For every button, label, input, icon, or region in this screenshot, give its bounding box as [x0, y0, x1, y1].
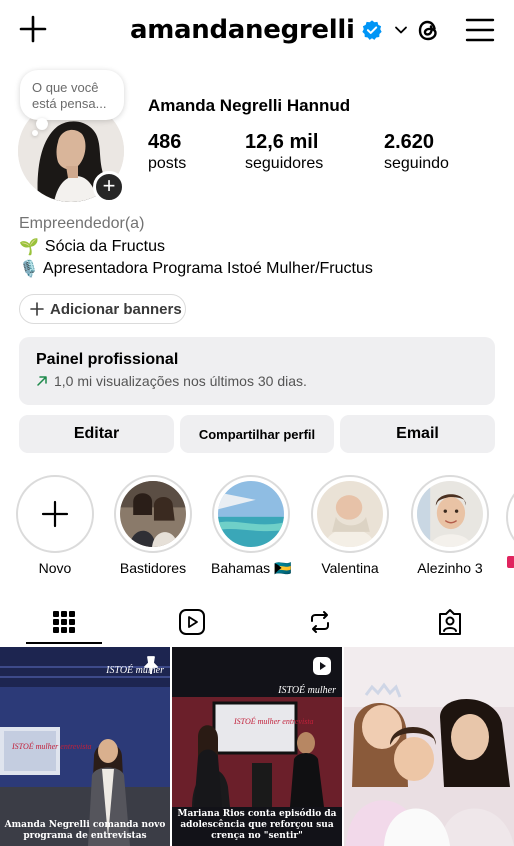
- chevron-down-icon[interactable]: [393, 22, 409, 38]
- reposts-icon: [311, 611, 329, 633]
- highlight-bahamas[interactable]: Bahamas 🇧🇸: [211, 475, 291, 577]
- tagged-icon: [439, 609, 461, 635]
- trend-up-arrow-icon: [37, 376, 47, 386]
- highlight-label: Bastidores: [119, 560, 187, 576]
- email-button[interactable]: Email: [340, 415, 495, 453]
- bio-text: Sócia da Fructus: [44, 238, 165, 255]
- tv-screen-logo: ISTOÉ mulher entrevista: [234, 717, 314, 726]
- highlight-ring: [16, 475, 94, 553]
- profile-tabs: [0, 598, 514, 646]
- professional-dashboard[interactable]: Painel profissional 1,0 mi visualizações…: [19, 337, 495, 405]
- tv-screen-logo: ISTOÉ mulher entrevista: [12, 742, 92, 751]
- tab-reposts[interactable]: [256, 598, 384, 646]
- stat-label: seguidores: [245, 155, 324, 172]
- grid-post[interactable]: ISTOÉ mulher ISTOÉ mulher entrevista Ama…: [0, 647, 170, 846]
- highlight-label: Bahamas 🇧🇸: [211, 560, 292, 576]
- profile-header: amandanegrelli: [0, 0, 514, 62]
- reels-icon: [179, 609, 205, 635]
- pin-icon: [144, 656, 158, 674]
- highlight-valentina[interactable]: Valentina: [310, 475, 390, 576]
- highlight-new[interactable]: Novo: [15, 475, 95, 576]
- highlight-cover: [417, 481, 483, 547]
- add-banners-button[interactable]: Adicionar banners: [19, 294, 186, 324]
- highlight-ring: [212, 475, 290, 553]
- profile-category: Empreendedor(a): [19, 215, 145, 232]
- highlight-cover: [218, 481, 284, 547]
- post-brand-logo: ISTOÉ mulher: [278, 685, 336, 696]
- post-caption: Amanda Negrelli comanda novo programa de…: [4, 820, 166, 841]
- username: amandanegrelli: [130, 15, 355, 45]
- stat-followers[interactable]: 12,6 mil seguidores: [245, 130, 323, 174]
- active-tab-indicator: [26, 642, 102, 644]
- note-bubble-tail-small: [32, 130, 38, 136]
- highlight-alezinho[interactable]: Alezinho 3: [410, 475, 490, 576]
- grid-post[interactable]: [344, 647, 514, 846]
- highlight-label: Alezinho 3: [417, 560, 483, 576]
- stat-posts[interactable]: 486 posts: [148, 130, 186, 174]
- panel-title: Painel profissional: [36, 351, 179, 368]
- note-bubble-tail: [36, 118, 48, 130]
- profile-full-name: Amanda Negrelli Hannud: [148, 96, 351, 115]
- threads-icon[interactable]: [412, 14, 444, 46]
- highlight-ring: [506, 478, 514, 556]
- verified-badge-icon: [361, 20, 382, 40]
- bio-text: Apresentadora Programa Istoé Mulher/Fruc…: [42, 260, 373, 277]
- note-text: O que você está pensa...: [32, 80, 107, 111]
- bio-line: 🎙️ Apresentadora Programa Istoé Mulher/F…: [19, 259, 373, 279]
- microphone-emoji: 🎙️: [19, 261, 39, 278]
- grid-icon: [53, 611, 75, 633]
- panel-subtitle-text: 1,0 mi visualizações nos últimos 30 dias…: [54, 373, 307, 389]
- stat-value: 486: [148, 131, 182, 153]
- tab-posts-grid[interactable]: [0, 598, 128, 646]
- add-banners-label: Adicionar banners: [50, 300, 182, 318]
- edit-profile-button[interactable]: Editar: [19, 415, 174, 453]
- plus-icon[interactable]: [18, 14, 48, 44]
- highlight-ring: [311, 475, 389, 553]
- stat-label: seguindo: [384, 155, 449, 172]
- menu-icon[interactable]: [464, 16, 496, 44]
- stat-value: 2.620: [384, 131, 435, 153]
- stat-following[interactable]: 2.620 seguindo: [384, 130, 449, 174]
- highlight-cover: [317, 481, 383, 547]
- stat-value: 12,6 mil: [245, 131, 319, 153]
- tab-reels[interactable]: [128, 598, 256, 646]
- heart-emoji-partial: [507, 556, 514, 568]
- grid-post[interactable]: ISTOÉ mulher ISTOÉ mulher entrevista Mar…: [172, 647, 342, 846]
- tab-tagged[interactable]: [386, 598, 514, 646]
- share-profile-button[interactable]: Compartilhar perfil: [180, 415, 334, 453]
- highlight-partial[interactable]: [506, 478, 514, 558]
- stat-label: posts: [148, 155, 187, 172]
- note-bubble[interactable]: O que você está pensa...: [20, 70, 124, 120]
- post-image: [344, 647, 514, 846]
- post-caption: Mariana Rios conta episódio da adolescên…: [177, 809, 337, 841]
- plus-icon: [41, 500, 69, 528]
- highlight-bastidores[interactable]: Bastidores: [113, 475, 193, 576]
- add-story-button[interactable]: +: [93, 171, 125, 203]
- plus-icon: [30, 302, 44, 316]
- highlight-label: Valentina: [321, 560, 379, 576]
- highlight-ring: [114, 475, 192, 553]
- seedling-emoji: 🌱: [19, 239, 39, 256]
- highlight-label: Novo: [38, 560, 72, 576]
- highlight-ring: [411, 475, 489, 553]
- reels-icon: [313, 657, 331, 675]
- bio-line: 🌱 Sócia da Fructus: [19, 237, 165, 257]
- panel-subtitle: 1,0 mi visualizações nos últimos 30 dias…: [36, 373, 478, 389]
- highlight-cover: [120, 481, 186, 547]
- account-switcher[interactable]: amandanegrelli: [130, 12, 409, 48]
